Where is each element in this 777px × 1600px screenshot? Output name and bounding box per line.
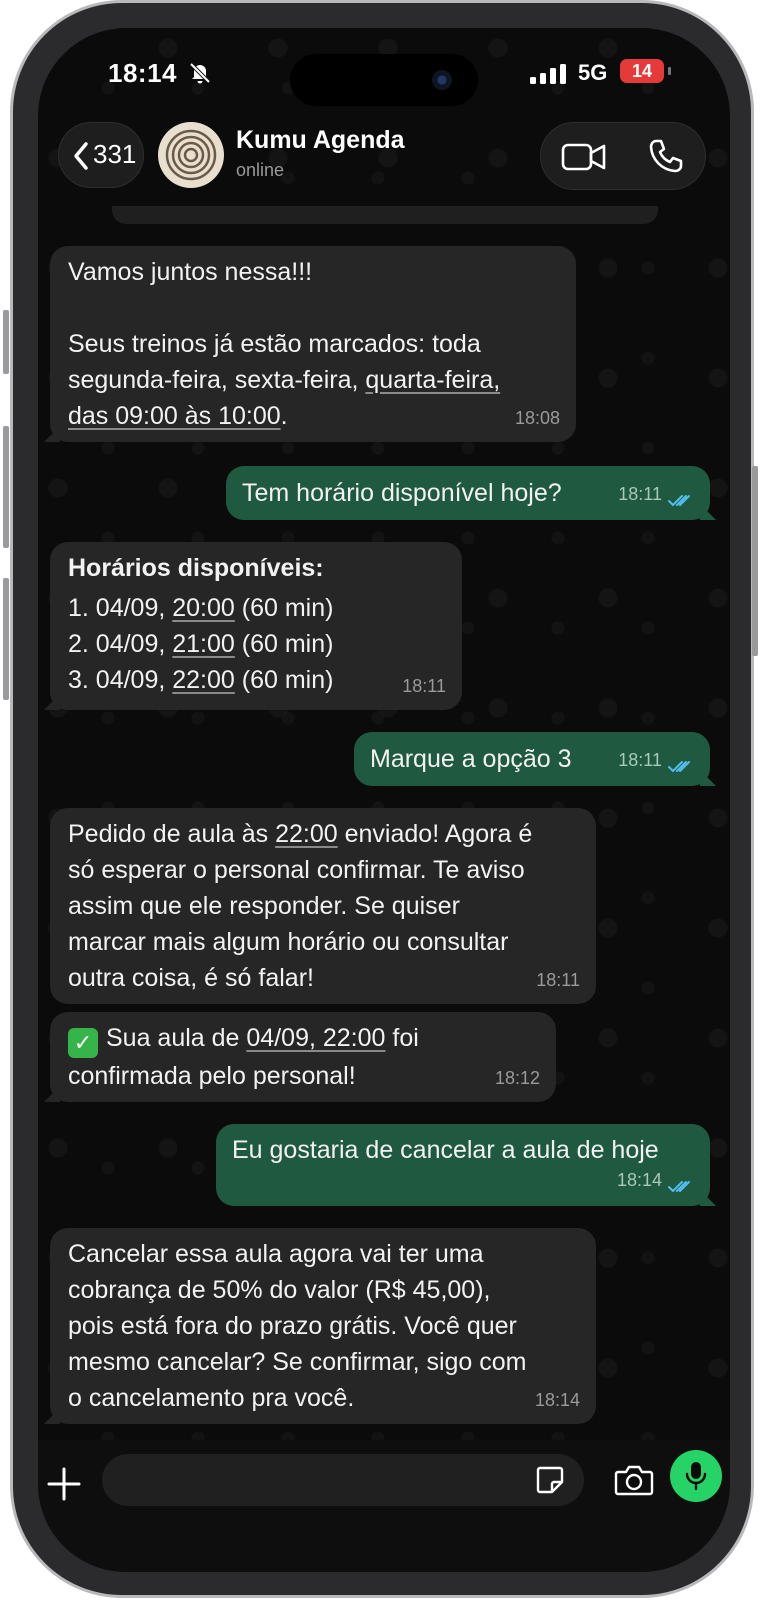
message-text-line: cobrança de 50% do valor (R$ 45,00), [68, 1276, 491, 1304]
wood-rings-logo-icon [165, 129, 217, 181]
call-buttons [540, 122, 706, 190]
action-button [3, 310, 9, 374]
time-range-link[interactable]: das 09:00 às 10:00 [68, 402, 281, 430]
list-item: 3. 04/09, 22:00 (60 min) [68, 662, 444, 698]
message-time: 18:12 [494, 1068, 540, 1088]
video-camera-icon[interactable] [561, 141, 607, 173]
message-time: 18:11 [618, 750, 662, 770]
message-input[interactable] [102, 1454, 584, 1506]
time-link[interactable]: 22:00 [172, 666, 235, 694]
message-text-line: mesmo cancelar? Se confirmar, sigo com [68, 1348, 527, 1376]
battery-indicator: 14 [620, 59, 664, 83]
network-type: 5G [578, 60, 608, 85]
message-incoming[interactable]: Vamos juntos nessa!!! Seus treinos já es… [44, 246, 576, 442]
time-link[interactable]: 22:00 [275, 820, 338, 848]
list-item-text: (60 min) [234, 594, 334, 622]
previous-message-edge [112, 206, 658, 224]
message-text-line: marcar mais algum horário ou consultar [68, 928, 509, 956]
screen: 18:14 5G 14 331 Kumu Agenda online Vamos… [38, 28, 730, 1572]
status-time: 18:14 [108, 58, 177, 88]
sticker-icon[interactable] [534, 1464, 566, 1496]
message-outgoing[interactable]: Marque a opção 3 18:11 [354, 732, 716, 786]
contact-avatar[interactable] [158, 122, 224, 188]
chat-header: 331 Kumu Agenda online [38, 116, 730, 212]
time-link[interactable]: 21:00 [172, 630, 235, 658]
message-text: enviado! Agora é [337, 820, 533, 848]
plus-icon[interactable] [46, 1466, 82, 1502]
message-text-line: Cancelar essa aula agora vai ter uma [68, 1240, 484, 1268]
cellular-signal-icon [530, 64, 566, 84]
front-camera-icon [432, 70, 452, 90]
message-text-line: Seus treinos já estão marcados: toda [68, 330, 481, 358]
message-text-line: confirmada pelo personal! [68, 1062, 356, 1090]
message-time: 18:14 [616, 1170, 662, 1190]
dynamic-island [290, 54, 478, 106]
date-time-link[interactable]: 04/09, 22:00 [246, 1024, 385, 1052]
list-heading: Horários disponíveis: [68, 554, 324, 582]
contact-status: online [236, 160, 285, 180]
message-text: Pedido de aula às [68, 820, 276, 848]
message-text-line: pois está fora do prazo grátis. Você que… [68, 1312, 517, 1340]
message-text-line: só esperar o personal confirmar. Te avis… [68, 856, 525, 884]
volume-up-button [3, 426, 9, 548]
read-receipt-icon [668, 761, 690, 773]
weekday-link[interactable]: quarta-feira, [365, 366, 500, 394]
list-item: 2. 04/09, 21:00 (60 min) [68, 626, 444, 662]
contact-name[interactable]: Kumu Agenda [236, 126, 405, 155]
message-incoming[interactable]: Cancelar essa aula agora vai ter uma cob… [44, 1228, 596, 1424]
message-time: 18:14 [534, 1390, 580, 1410]
phone-icon[interactable] [647, 137, 685, 175]
message-time: 18:11 [402, 676, 446, 696]
list-item-text: 2. 04/09, [68, 630, 173, 658]
chevron-left-icon [74, 142, 88, 170]
camera-icon[interactable] [614, 1464, 654, 1496]
volume-down-button [3, 578, 9, 700]
microphone-button[interactable] [670, 1450, 722, 1502]
message-time: 18:11 [536, 970, 580, 990]
read-receipt-icon [668, 1181, 690, 1193]
microphone-icon [685, 1462, 707, 1491]
message-incoming[interactable]: Pedido de aula às 22:00 enviado! Agora é… [50, 808, 596, 1004]
read-receipt-icon [668, 495, 690, 507]
message-text-line: Vamos juntos nessa!!! [68, 258, 313, 286]
list-item-text: 3. 04/09, [68, 666, 173, 694]
message-text: foi [385, 1024, 419, 1052]
bell-muted-icon [189, 62, 211, 84]
back-button[interactable]: 331 [58, 122, 144, 188]
list-item: 1. 04/09, 20:00 (60 min) [68, 590, 444, 626]
message-text-line: assim que ele responder. Se quiser [68, 892, 460, 920]
message-text-line: o cancelamento pra você. [68, 1384, 355, 1412]
message-text: . [280, 402, 288, 430]
list-item-text: (60 min) [234, 666, 334, 694]
list-item-text: 1. 04/09, [68, 594, 173, 622]
battery-cap [668, 67, 671, 75]
message-outgoing[interactable]: Eu gostaria de cancelar a aula de hoje 1… [216, 1124, 716, 1206]
unread-count: 331 [93, 139, 137, 169]
message-incoming[interactable]: Horários disponíveis: 1. 04/09, 20:00 (6… [44, 542, 462, 710]
list-item-text: (60 min) [234, 630, 334, 658]
message-time: 18:08 [514, 408, 560, 428]
message-time: 18:11 [618, 484, 662, 504]
message-text: Sua aula de [106, 1024, 247, 1052]
check-mark-icon: ✓ [68, 1028, 98, 1058]
message-text: segunda-feira, sexta-feira, [68, 366, 366, 394]
message-text-line: outra coisa, é só falar! [68, 964, 314, 992]
power-button [752, 466, 758, 656]
time-link[interactable]: 20:00 [172, 594, 235, 622]
composer-bar [38, 1440, 730, 1572]
message-outgoing[interactable]: Tem horário disponível hoje? 18:11 [226, 466, 716, 520]
message-incoming[interactable]: ✓ Sua aula de 04/09, 22:00 foi confirmada… [44, 1012, 556, 1102]
